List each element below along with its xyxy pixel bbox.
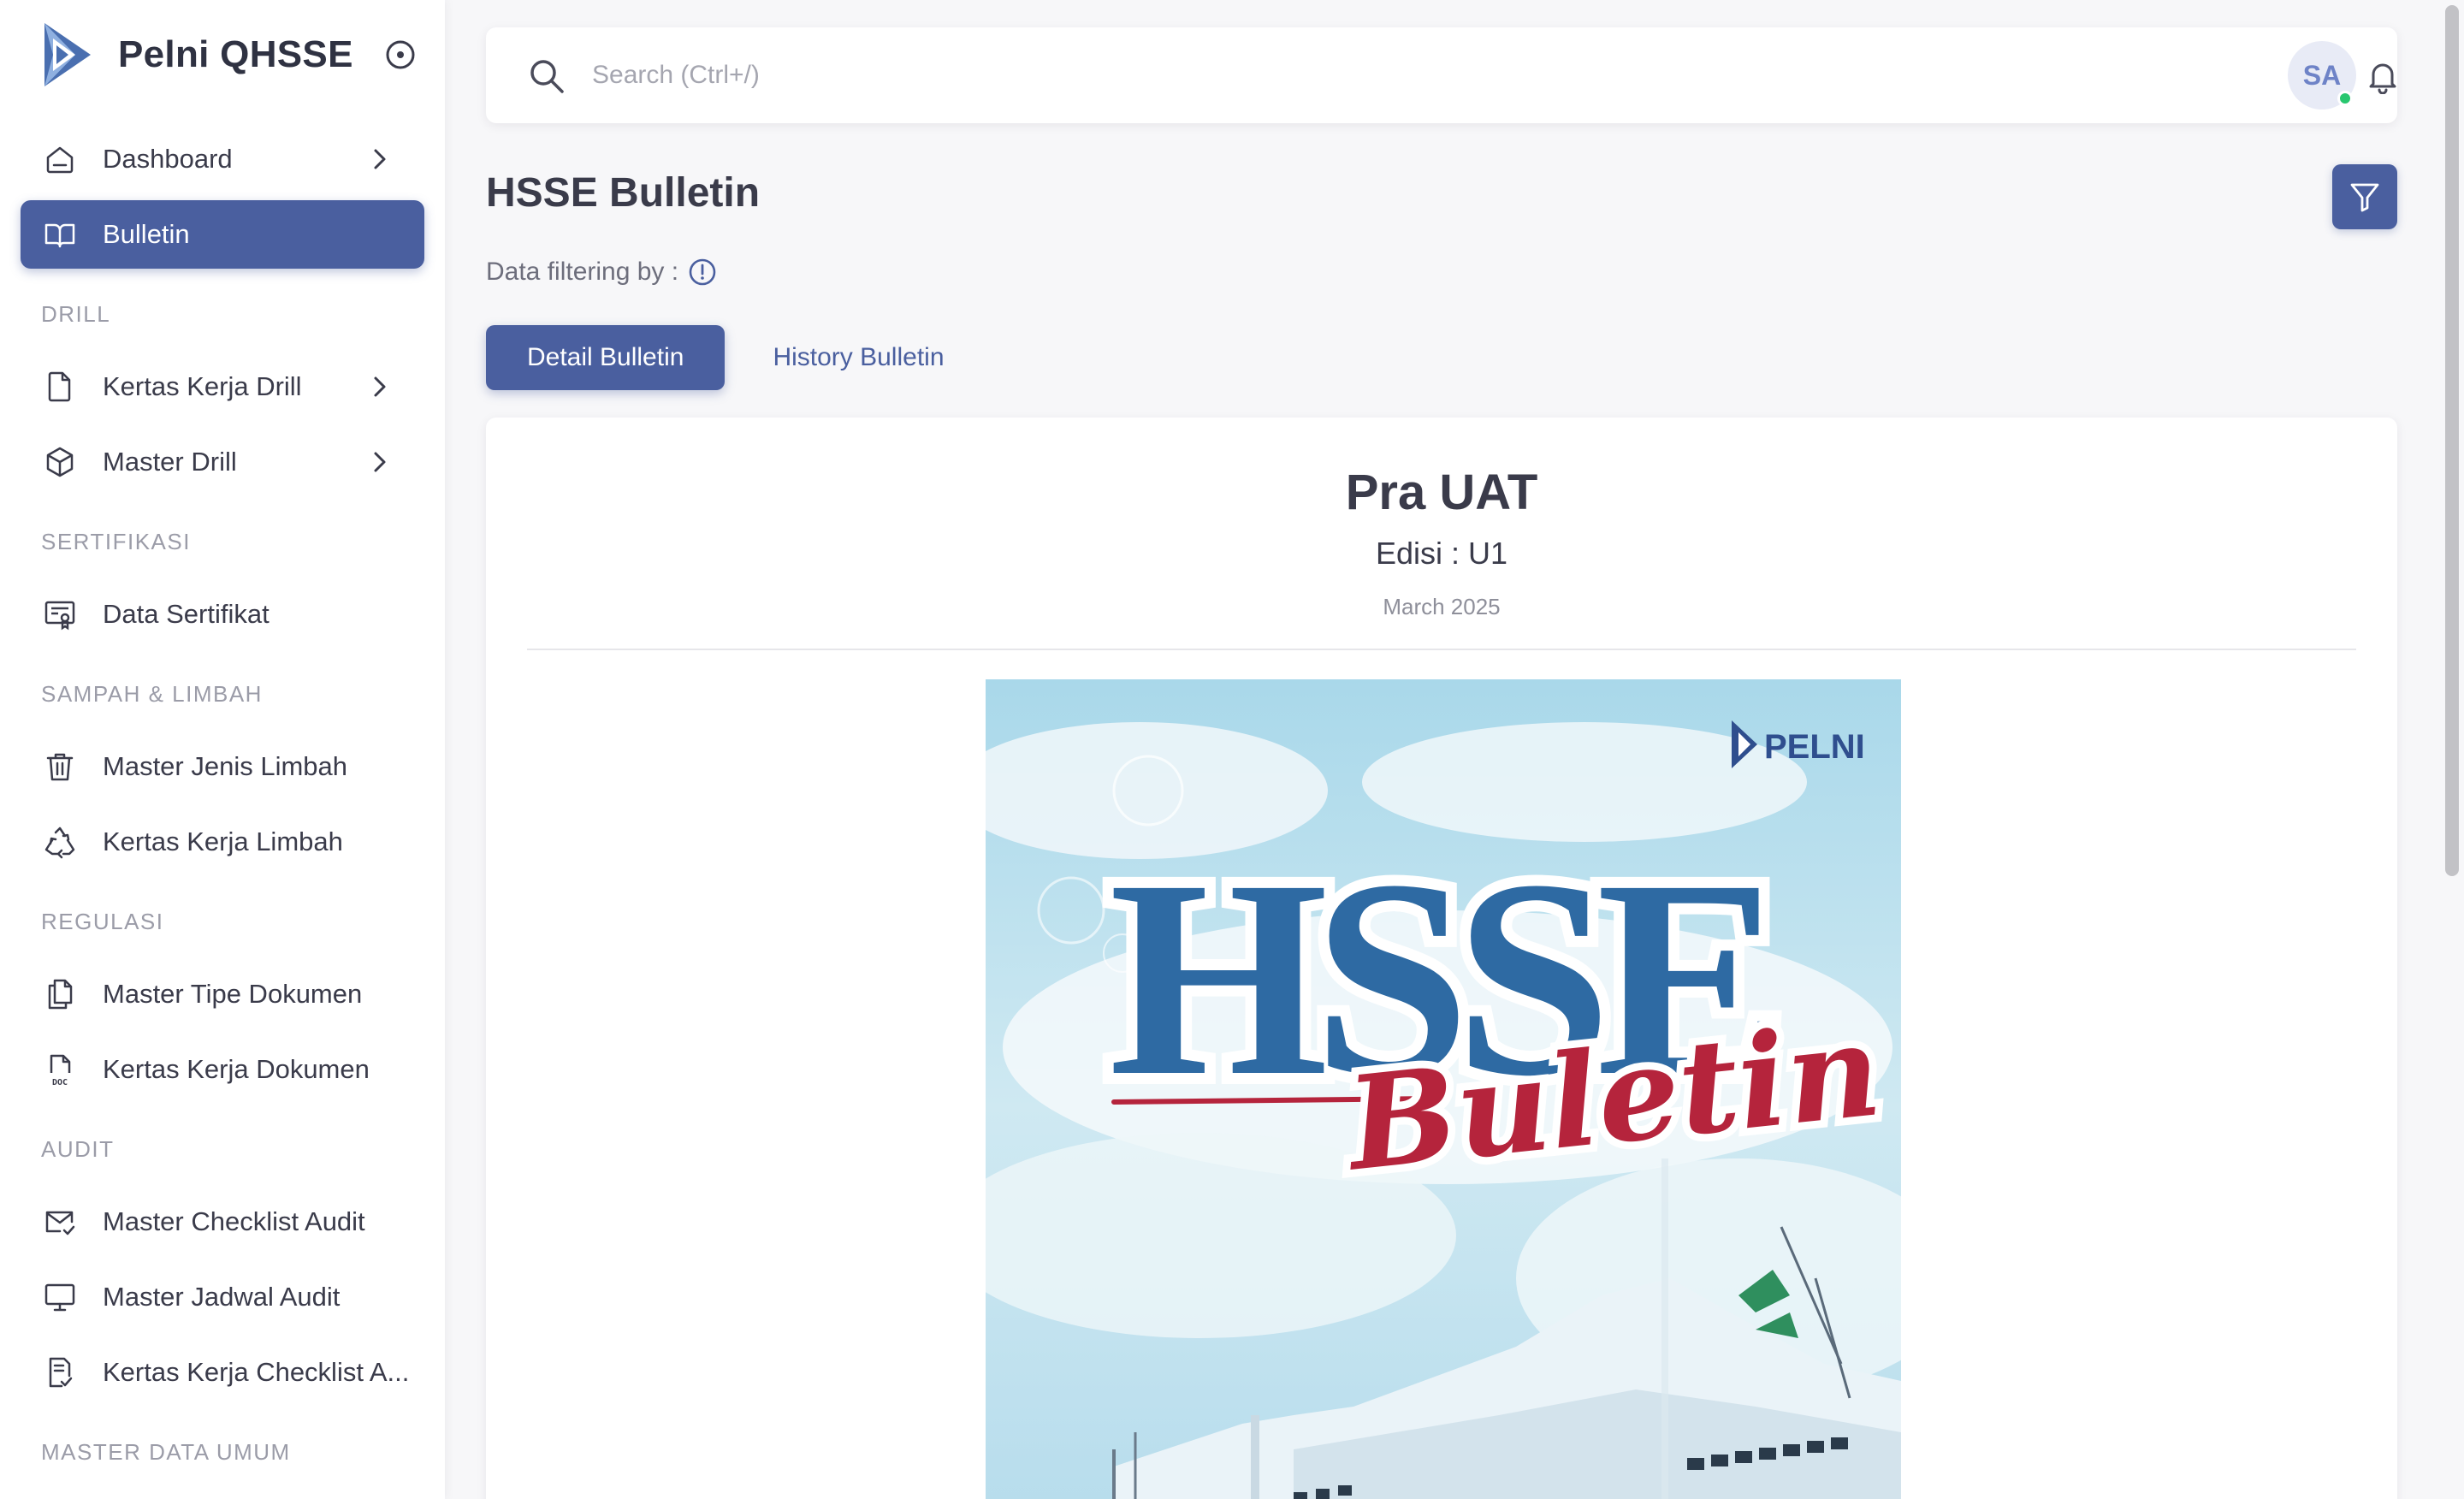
page-title: HSSE Bulletin bbox=[486, 170, 761, 216]
pelni-logo-icon bbox=[44, 23, 91, 86]
topbar: SA bbox=[486, 27, 2397, 123]
sidebar-item-master-jadwal-audit[interactable]: Master Jadwal Audit bbox=[21, 1263, 424, 1331]
sidebar-section-title: MASTER DATA UMUM bbox=[41, 1438, 291, 1465]
sidebar-item-kertas-kerja-dokumen[interactable]: DOC Kertas Kerja Dokumen bbox=[21, 1035, 424, 1104]
sidebar-item-label: Kertas Kerja Checklist A... bbox=[103, 1357, 410, 1387]
box-icon bbox=[46, 447, 74, 477]
bulletin-date: March 2025 bbox=[1383, 594, 1501, 619]
sidebar-nav: Dashboard Bulletin DRILL Kertas Kerja Dr… bbox=[21, 125, 424, 1490]
sidebar-item-label: Dashboard bbox=[103, 144, 233, 174]
sidebar-section-title: SAMPAH & LIMBAH bbox=[41, 680, 263, 707]
bulletin-tabs: Detail Bulletin History Bulletin bbox=[486, 325, 986, 390]
online-status-dot bbox=[2337, 91, 2353, 106]
certificate-icon bbox=[44, 601, 75, 631]
sidebar-item-label: Kertas Kerja Drill bbox=[103, 371, 302, 401]
monitor-icon bbox=[44, 1283, 75, 1312]
bulletin-detail-card: Pra UAT Edisi : U1 March 2025 PELNI HSSE… bbox=[486, 418, 2397, 1499]
app-name: Pelni QHSSE bbox=[118, 33, 353, 75]
search-input[interactable] bbox=[592, 51, 1619, 99]
chevron-right-icon bbox=[374, 452, 386, 472]
bulletin-title: Pra UAT bbox=[1345, 465, 1538, 520]
bulletin-edition: Edisi : U1 bbox=[1375, 536, 1508, 571]
divider bbox=[527, 649, 2356, 650]
sidebar-section-title: REGULASI bbox=[41, 908, 164, 934]
scrollbar-thumb[interactable] bbox=[2445, 5, 2459, 876]
sidebar-item-label: Kertas Kerja Dokumen bbox=[103, 1054, 370, 1084]
sidebar-item-kertas-kerja-drill[interactable]: Kertas Kerja Drill bbox=[21, 353, 424, 421]
sidebar-item-bulletin[interactable]: Bulletin bbox=[21, 200, 424, 269]
info-icon[interactable] bbox=[687, 257, 718, 287]
chevron-right-icon bbox=[374, 149, 386, 169]
file-check-icon bbox=[49, 1357, 73, 1388]
recycle-icon bbox=[44, 827, 75, 859]
sidebar-item-label: Kertas Kerja Limbah bbox=[103, 827, 343, 856]
brand[interactable]: Pelni QHSSE bbox=[41, 21, 418, 89]
avatar-initials: SA bbox=[2302, 59, 2342, 91]
home-icon bbox=[46, 146, 74, 174]
trash-icon bbox=[46, 753, 74, 781]
doc-file-icon: DOC bbox=[50, 1054, 71, 1087]
filter-button[interactable] bbox=[2332, 164, 2397, 229]
page-scrollbar[interactable] bbox=[2437, 0, 2464, 1499]
sidebar-section-title: SERTIFIKASI bbox=[41, 528, 191, 554]
sidebar-item-label: Data Sertifikat bbox=[103, 599, 270, 629]
sidebar-item-label: Bulletin bbox=[103, 219, 190, 249]
sidebar-item-label: Master Drill bbox=[103, 447, 237, 477]
mail-check-icon bbox=[45, 1211, 75, 1235]
copy-icon bbox=[48, 979, 73, 1010]
sidebar-item-label: Master Checklist Audit bbox=[103, 1206, 365, 1236]
chevron-right-icon bbox=[374, 376, 386, 397]
sidebar-item-kertas-kerja-limbah[interactable]: Kertas Kerja Limbah bbox=[21, 808, 424, 876]
sidebar-item-data-sertifikat[interactable]: Data Sertifikat bbox=[21, 580, 424, 649]
bell-icon[interactable] bbox=[2365, 58, 2401, 94]
sidebar-item-kertas-kerja-checklist-audit[interactable]: Kertas Kerja Checklist A... bbox=[21, 1338, 424, 1407]
sidebar-section-title: AUDIT bbox=[41, 1135, 115, 1162]
sidebar-item-label: Master Jadwal Audit bbox=[103, 1282, 341, 1312]
user-avatar[interactable]: SA bbox=[2288, 41, 2356, 110]
sidebar-toggle-icon[interactable] bbox=[383, 38, 418, 72]
file-icon bbox=[48, 371, 71, 402]
search-icon[interactable] bbox=[527, 56, 566, 96]
sidebar-item-master-drill[interactable]: Master Drill bbox=[21, 428, 424, 496]
bulletin-cover-image[interactable]: PELNI HSSE HSSE Buletin Buletin bbox=[986, 679, 1901, 1499]
tab-detail-bulletin[interactable]: Detail Bulletin bbox=[486, 325, 726, 390]
sidebar-item-master-jenis-limbah[interactable]: Master Jenis Limbah bbox=[21, 732, 424, 801]
sidebar-item-master-checklist-audit[interactable]: Master Checklist Audit bbox=[21, 1188, 424, 1256]
book-open-icon bbox=[44, 223, 75, 248]
sidebar-section-title: DRILL bbox=[41, 300, 111, 327]
sidebar: Pelni QHSSE Dashboard Bulletin DRILL Ker… bbox=[0, 0, 445, 1499]
sidebar-item-label: Master Tipe Dokumen bbox=[103, 979, 363, 1009]
cover-artwork: PELNI HSSE HSSE Buletin Buletin bbox=[986, 679, 1901, 1499]
sidebar-item-dashboard[interactable]: Dashboard bbox=[21, 125, 424, 193]
sidebar-item-master-tipe-dokumen[interactable]: Master Tipe Dokumen bbox=[21, 960, 424, 1028]
tab-history-bulletin[interactable]: History Bulletin bbox=[732, 325, 985, 390]
svg-text:DOC: DOC bbox=[52, 1078, 68, 1087]
cover-brand-text: PELNI bbox=[1764, 728, 1865, 766]
filter-label: Data filtering by : bbox=[486, 258, 679, 286]
sidebar-item-label: Master Jenis Limbah bbox=[103, 751, 348, 781]
filter-icon bbox=[2350, 183, 2379, 212]
data-filter-info: Data filtering by : bbox=[486, 257, 718, 287]
